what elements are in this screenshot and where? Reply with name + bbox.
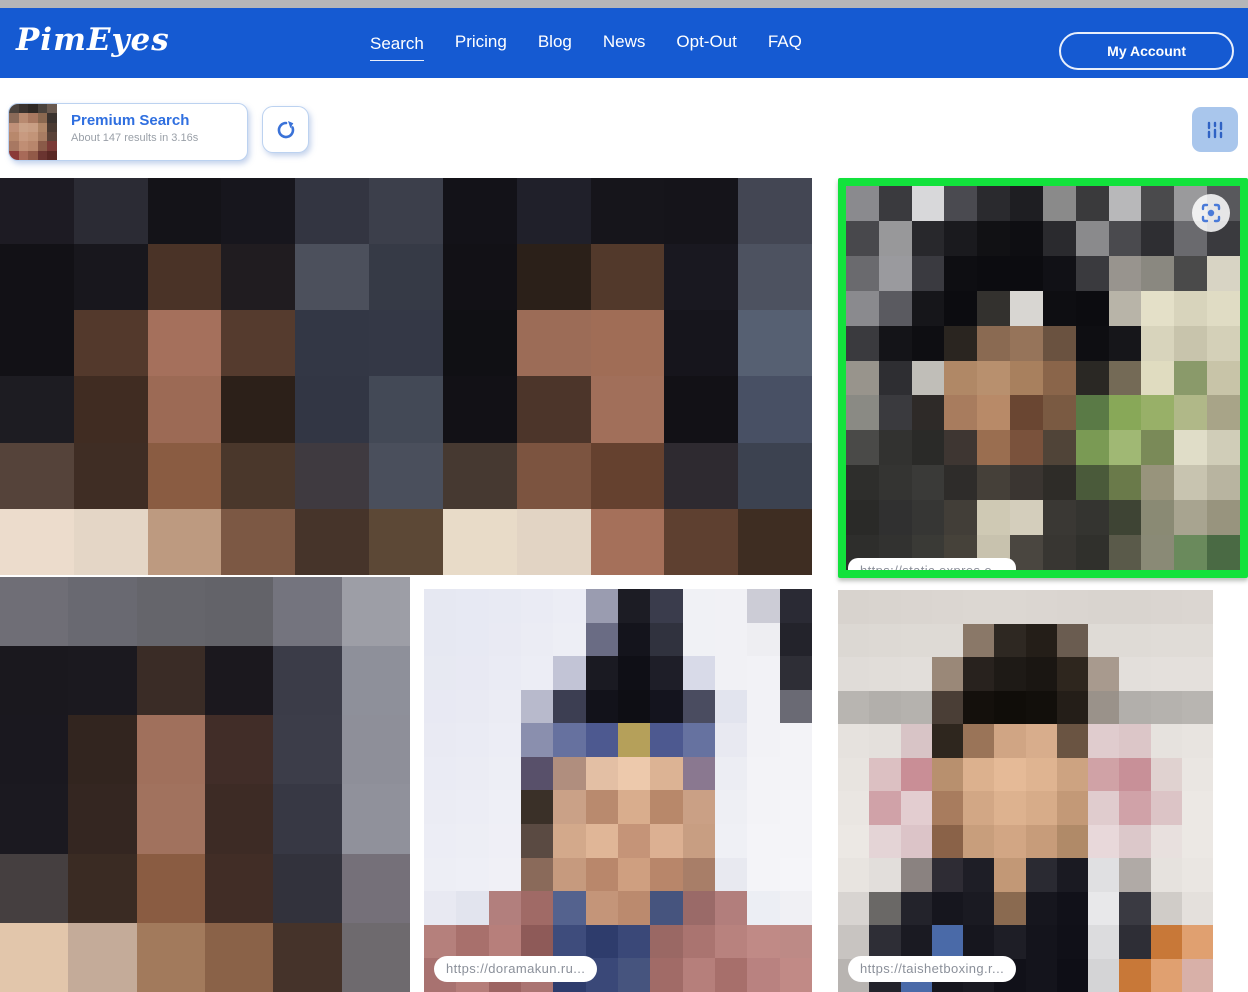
nav-link-faq[interactable]: FAQ <box>768 32 802 54</box>
nav-link-blog[interactable]: Blog <box>538 32 572 54</box>
result-tile-taishetboxing[interactable]: https://taishetboxing.r... <box>838 590 1213 992</box>
pimeyes-logo[interactable]: PimEyes <box>16 22 170 58</box>
result-image <box>838 590 1213 992</box>
result-image-pixelated <box>0 577 410 992</box>
result-source-url: https://static.expres.o... <box>848 558 1016 578</box>
nav-link-news[interactable]: News <box>603 32 646 54</box>
result-tile-blurred-1[interactable] <box>0 178 812 575</box>
result-tile-doramakun[interactable]: https://doramakun.ru... <box>424 589 812 992</box>
result-tile-blurred-2[interactable] <box>0 577 410 992</box>
refresh-icon <box>275 119 297 141</box>
summary-title: Premium Search <box>71 112 198 129</box>
filter-results-button[interactable] <box>1192 107 1238 152</box>
filter-sliders-icon <box>1205 120 1225 140</box>
query-face-thumbnail <box>9 104 57 160</box>
my-account-button[interactable]: My Account <box>1059 32 1234 70</box>
pimeyes-results-page: PimEyes Search Pricing Blog News Opt-Out… <box>0 0 1248 992</box>
nav-link-opt-out[interactable]: Opt-Out <box>676 32 736 54</box>
premium-search-summary-card: Premium Search About 147 results in 3.16… <box>8 103 248 161</box>
result-image-pixelated <box>0 178 812 575</box>
nav-link-search[interactable]: Search <box>370 34 424 61</box>
result-source-url: https://taishetboxing.r... <box>848 956 1016 982</box>
face-search-icon[interactable] <box>1192 194 1230 232</box>
results-count-label: About 147 results in 3.16s <box>71 132 198 144</box>
navbar: PimEyes Search Pricing Blog News Opt-Out… <box>0 8 1248 78</box>
main-navigation: Search Pricing Blog News Opt-Out FAQ <box>370 8 802 78</box>
result-image <box>424 589 812 992</box>
result-image <box>846 186 1240 570</box>
result-tile-selected[interactable]: https://static.expres.o... <box>838 178 1248 578</box>
refresh-search-button[interactable] <box>262 106 309 153</box>
window-top-strip <box>0 0 1248 8</box>
nav-link-pricing[interactable]: Pricing <box>455 32 507 54</box>
result-source-url: https://doramakun.ru... <box>434 956 597 982</box>
summary-text: Premium Search About 147 results in 3.16… <box>57 104 210 160</box>
